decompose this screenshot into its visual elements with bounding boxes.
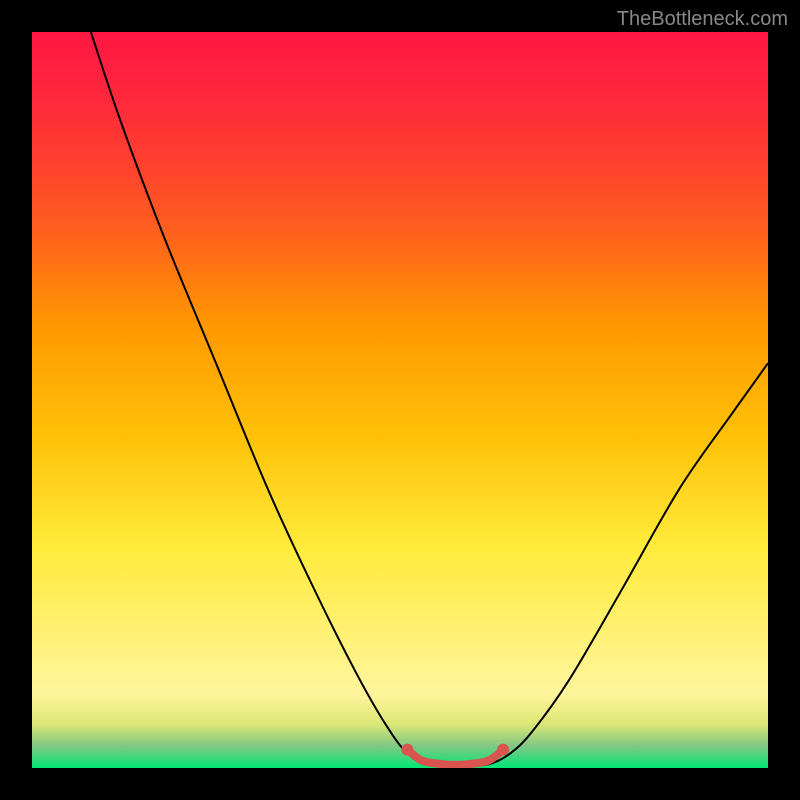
curve-overlay bbox=[32, 32, 768, 768]
highlight-dot-right bbox=[497, 744, 509, 756]
chart-area bbox=[32, 32, 768, 768]
watermark-text: TheBottleneck.com bbox=[617, 8, 788, 31]
bottleneck-curve-path bbox=[91, 32, 768, 766]
highlight-dot-left bbox=[401, 744, 413, 756]
bottom-highlight-path bbox=[407, 750, 503, 765]
